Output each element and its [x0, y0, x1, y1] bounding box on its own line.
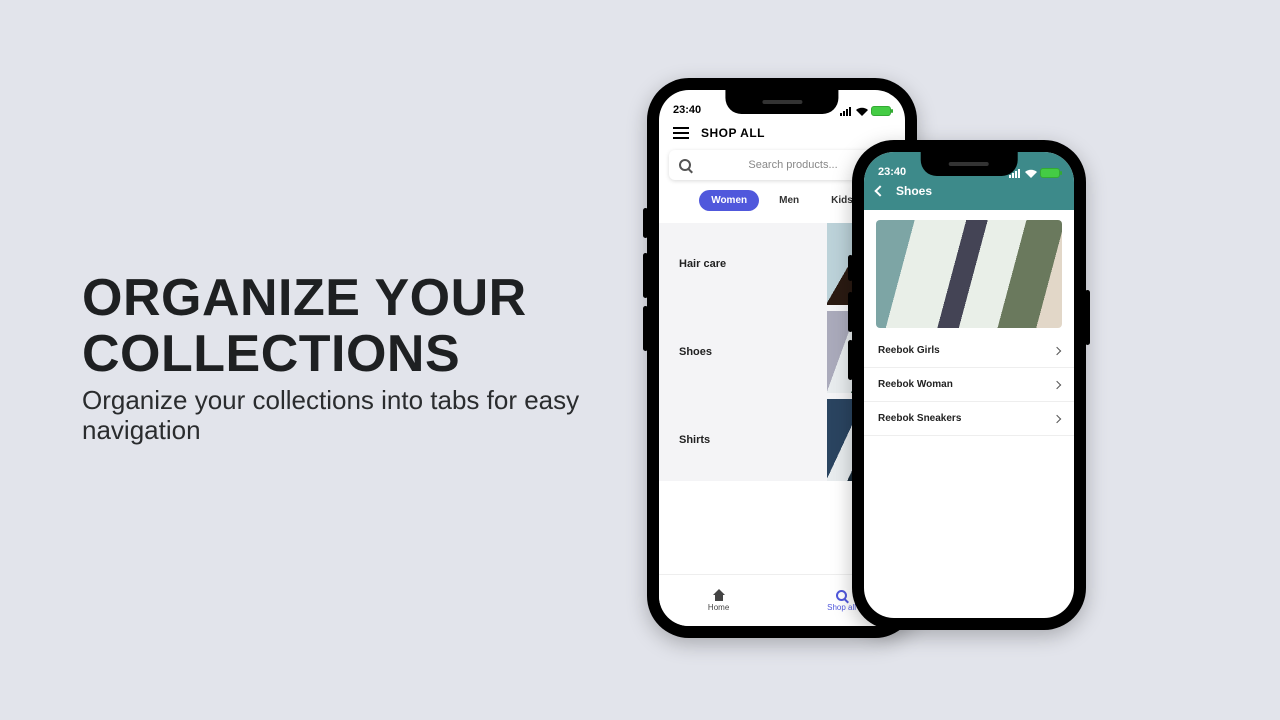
search-icon — [836, 590, 847, 601]
nav-label: Home — [708, 603, 729, 612]
headline: ORGANIZE YOUR COLLECTIONS — [82, 270, 642, 382]
hero-image — [876, 220, 1062, 328]
collection-label: Shoes — [669, 346, 712, 358]
chevron-right-icon — [1053, 414, 1061, 422]
battery-icon — [871, 106, 891, 116]
search-icon — [679, 159, 691, 171]
phone-notch — [921, 152, 1018, 176]
phone-notch — [725, 90, 838, 114]
chevron-right-icon — [1053, 346, 1061, 354]
wifi-icon — [856, 107, 868, 116]
collection-label: Shirts — [669, 434, 710, 446]
status-time: 23:40 — [878, 166, 906, 178]
tab-men[interactable]: Men — [767, 190, 811, 211]
subtext: Organize your collections into tabs for … — [82, 386, 642, 446]
nav-home[interactable]: Home — [708, 589, 729, 612]
item-label: Reebok Woman — [878, 379, 953, 390]
item-label: Reebok Girls — [878, 345, 940, 356]
header-title: SHOP ALL — [701, 126, 765, 140]
collection-label: Hair care — [669, 258, 726, 270]
home-icon — [712, 589, 726, 601]
tab-women[interactable]: Women — [699, 190, 759, 211]
signal-icon — [840, 107, 853, 116]
back-icon[interactable] — [874, 185, 885, 196]
status-time: 23:40 — [673, 104, 701, 116]
chevron-right-icon — [1053, 380, 1061, 388]
page-title: Shoes — [896, 184, 932, 198]
phone-shoes-detail: 23:40 Shoes Reebok Girls Reebok Woman Re… — [852, 140, 1086, 630]
wifi-icon — [1025, 169, 1037, 178]
item-label: Reebok Sneakers — [878, 413, 961, 424]
menu-icon[interactable] — [673, 127, 689, 139]
battery-icon — [1040, 168, 1060, 178]
list-item[interactable]: Reebok Woman — [864, 368, 1074, 402]
marketing-copy: ORGANIZE YOUR COLLECTIONS Organize your … — [82, 270, 642, 446]
list-item[interactable]: Reebok Sneakers — [864, 402, 1074, 436]
nav-label: Shop all — [827, 603, 856, 612]
list-item[interactable]: Reebok Girls — [864, 334, 1074, 368]
app-header: SHOP ALL — [659, 118, 905, 148]
